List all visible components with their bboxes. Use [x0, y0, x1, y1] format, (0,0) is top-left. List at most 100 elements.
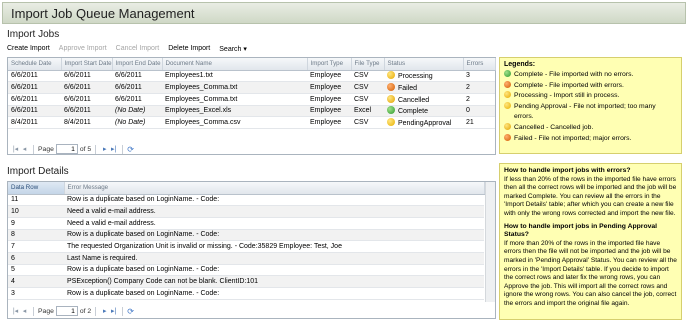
table-row[interactable]: 6/6/2011 6/6/2011 6/6/2011 Employees_Comma.…: [8, 93, 495, 106]
column-header[interactable]: Import Start Date: [61, 58, 113, 71]
legend-item: Cancelled - Cancelled job.: [504, 122, 677, 134]
status-cancelled-icon: [387, 94, 395, 103]
status-pendingapproval-icon: [387, 118, 395, 127]
cell-status: PendingApproval: [384, 116, 463, 129]
cell-error-message: Row is a duplicate based on LoginName. -…: [64, 264, 484, 277]
cell-data-row: 3: [8, 287, 64, 300]
column-header[interactable]: Status: [384, 58, 464, 71]
last-page-icon[interactable]: ▸|: [109, 307, 118, 315]
table-row[interactable]: 10 Need a valid e-mail address.: [8, 205, 484, 218]
refresh-icon[interactable]: ⟳: [127, 307, 134, 316]
column-header[interactable]: Data Row: [8, 182, 65, 195]
import-jobs-toolbar: Create Import Approve Import Cancel Impo…: [7, 45, 256, 57]
status-failed-icon: [504, 80, 511, 88]
cell-status: Cancelled: [384, 93, 463, 106]
cell-start: 8/4/2011: [61, 116, 112, 129]
cancel-import-button[interactable]: Cancel Import: [116, 45, 160, 57]
legend-box: Legends: Complete - File imported with n…: [499, 57, 682, 154]
table-row[interactable]: 7 The requested Organization Unit is inva…: [8, 240, 484, 253]
last-page-icon[interactable]: ▸|: [109, 145, 118, 153]
cell-error-message: Row is a duplicate based on LoginName. -…: [64, 194, 484, 207]
next-page-icon[interactable]: ▸: [100, 307, 109, 315]
search-menu-button[interactable]: Search ▾: [219, 45, 247, 57]
page-number-input[interactable]: [55, 144, 78, 154]
table-row[interactable]: 11 Row is a duplicate based on LoginName.…: [8, 194, 484, 207]
cell-data-row: 6: [8, 252, 64, 265]
prev-page-icon[interactable]: ◂: [20, 145, 29, 153]
cell-end: (No Date): [112, 116, 162, 129]
cell-data-row: 8: [8, 229, 64, 242]
table-row[interactable]: 9 Need a valid e-mail address.: [8, 217, 484, 230]
prev-page-icon[interactable]: ◂: [20, 307, 29, 315]
page-count-label: of 2: [79, 307, 92, 315]
table-row[interactable]: 6/6/2011 6/6/2011 (No Date) Employees_Excel…: [8, 105, 495, 118]
cell-start: 6/6/2011: [61, 105, 112, 118]
page-number-input[interactable]: [55, 306, 78, 316]
table-row[interactable]: 4 PSException() Company Code can not be …: [8, 275, 484, 288]
approve-import-button[interactable]: Approve Import: [59, 45, 107, 57]
delete-import-button[interactable]: Delete Import: [168, 45, 210, 57]
help-errors-title: How to handle import jobs with errors?: [504, 167, 631, 174]
cell-start: 6/6/2011: [61, 70, 112, 83]
table-row[interactable]: 3 Row is a duplicate based on LoginName. …: [8, 287, 484, 300]
cell-data-row: 7: [8, 240, 64, 253]
cell-error-message: PSException() Company Code can not be bl…: [64, 275, 484, 288]
column-header[interactable]: Errors: [463, 58, 496, 71]
cell-doc: Employees_Comma.txt: [162, 81, 307, 94]
cell-status: Processing: [384, 70, 463, 83]
details-scrollbar[interactable]: [485, 182, 495, 302]
help-pending-text: If more than 20% of the rows in the impo…: [504, 239, 677, 307]
cell-error-message: Need a valid e-mail address.: [64, 217, 484, 230]
window-titlebar: Import Job Queue Management: [2, 2, 686, 24]
cell-file: CSV: [351, 81, 384, 94]
cell-data-row: 11: [8, 194, 64, 207]
cell-error-message: Row is a duplicate based on LoginName. -…: [64, 229, 484, 242]
cell-data-row: 4: [8, 275, 64, 288]
cell-errors: 21: [463, 116, 495, 129]
import-details-table: Data Row Error Message 11 Row is a duplica…: [8, 182, 485, 300]
cell-file: CSV: [351, 93, 384, 106]
next-page-icon[interactable]: ▸: [100, 145, 109, 153]
legend-text: Processing - Import still in process.: [514, 92, 620, 100]
help-box: How to handle import jobs with errors? I…: [499, 163, 682, 320]
cell-schedule: 8/4/2011: [8, 116, 61, 129]
help-errors-text: If less than 20% of the rows in the impo…: [504, 175, 677, 217]
table-row[interactable]: 8 Row is a duplicate based on LoginName. …: [8, 229, 484, 242]
legend-text: Complete - File imported with no errors.: [514, 71, 634, 78]
column-header[interactable]: Import End Date: [112, 58, 163, 71]
column-header[interactable]: Error Message: [64, 182, 485, 195]
page-label: Page: [38, 145, 54, 153]
cell-file: CSV: [351, 116, 384, 129]
cell-errors: 3: [463, 70, 495, 83]
cell-file: CSV: [351, 70, 384, 83]
first-page-icon[interactable]: |◂: [11, 307, 20, 315]
cell-schedule: 6/6/2011: [8, 70, 61, 83]
cell-schedule: 6/6/2011: [8, 105, 61, 118]
table-row[interactable]: 8/4/2011 8/4/2011 (No Date) Employees_Comma…: [8, 116, 495, 129]
column-header[interactable]: Document Name: [162, 58, 308, 71]
refresh-icon[interactable]: ⟳: [127, 145, 134, 154]
create-import-button[interactable]: Create Import: [7, 45, 50, 57]
column-header[interactable]: Import Type: [307, 58, 352, 71]
column-header[interactable]: File Type: [351, 58, 385, 71]
table-row[interactable]: 6 Last Name is required.: [8, 252, 484, 265]
cell-status: Failed: [384, 81, 463, 94]
legend-text: errors.: [514, 113, 534, 121]
cell-schedule: 6/6/2011: [8, 93, 61, 106]
cell-end: 6/6/2011: [112, 81, 162, 94]
first-page-icon[interactable]: |◂: [11, 145, 20, 153]
legend-text: Cancelled - Cancelled job.: [514, 123, 594, 131]
table-row[interactable]: 6/6/2011 6/6/2011 6/6/2011 Employees1.txt Em…: [8, 70, 495, 83]
cell-errors: 2: [463, 93, 495, 106]
legend-text: Complete - File imported with errors.: [514, 81, 624, 89]
import-jobs-table: Schedule Date Import Start Date Import End…: [8, 58, 496, 129]
cell-type: Employee: [307, 93, 351, 106]
table-row[interactable]: 5 Row is a duplicate based on LoginName. …: [8, 264, 484, 277]
page-label: Page: [38, 307, 54, 315]
status-text: Complete: [398, 108, 428, 116]
column-header[interactable]: Schedule Date: [8, 58, 62, 71]
cell-type: Employee: [307, 116, 351, 129]
cell-doc: Employees1.txt: [162, 70, 307, 83]
table-row[interactable]: 6/6/2011 6/6/2011 6/6/2011 Employees_Comma.…: [8, 81, 495, 94]
status-failed-icon: [387, 83, 395, 92]
